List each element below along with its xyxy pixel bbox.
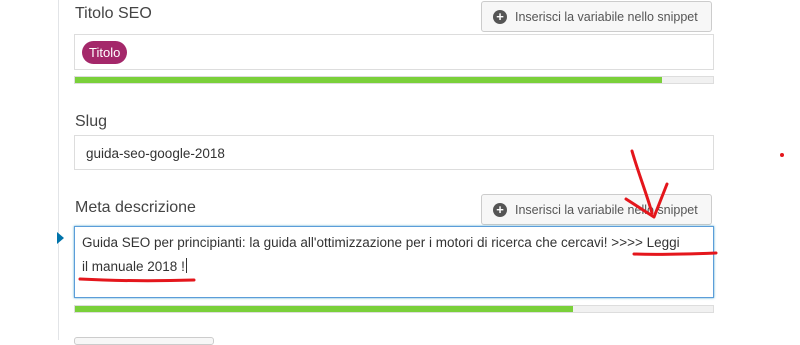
bottom-button-partial[interactable] [74,337,214,345]
plus-circle-icon: + [493,202,507,217]
meta-description-progress-bar [74,305,714,313]
seo-title-progress-bar [74,76,714,84]
meta-description-line-2: il manuale 2018 ! [82,259,185,274]
slug-value: guida-seo-google-2018 [86,146,225,161]
title-insert-variable-button[interactable]: + Inserisci la variabile nello snippet [481,1,712,32]
title-variable-tag[interactable]: Titolo [82,41,128,64]
meta-insert-variable-button[interactable]: + Inserisci la variabile nello snippet [481,194,712,225]
slug-input[interactable]: guida-seo-google-2018 [74,135,714,170]
slug-label: Slug [75,113,108,130]
meta-description-label: Meta descrizione [75,199,196,216]
meta-description-line-1: Guida SEO per principianti: la guida all… [82,235,680,250]
meta-insert-variable-label: Inserisci la variabile nello snippet [515,202,698,217]
seo-title-progress-fill [75,77,662,83]
active-field-marker-icon [57,232,64,244]
plus-circle-icon: + [493,9,507,24]
seo-title-label: Titolo SEO [75,5,152,22]
meta-description-value: Guida SEO per principianti: la guida all… [82,231,717,279]
seo-title-input[interactable]: Titolo [74,34,714,70]
meta-description-input[interactable]: Guida SEO per principianti: la guida all… [74,226,714,298]
text-cursor [185,258,187,273]
panel-left-border [58,0,59,340]
meta-description-progress-fill [75,306,573,312]
title-insert-variable-label: Inserisci la variabile nello snippet [515,9,698,24]
annotation-dot [780,153,784,157]
